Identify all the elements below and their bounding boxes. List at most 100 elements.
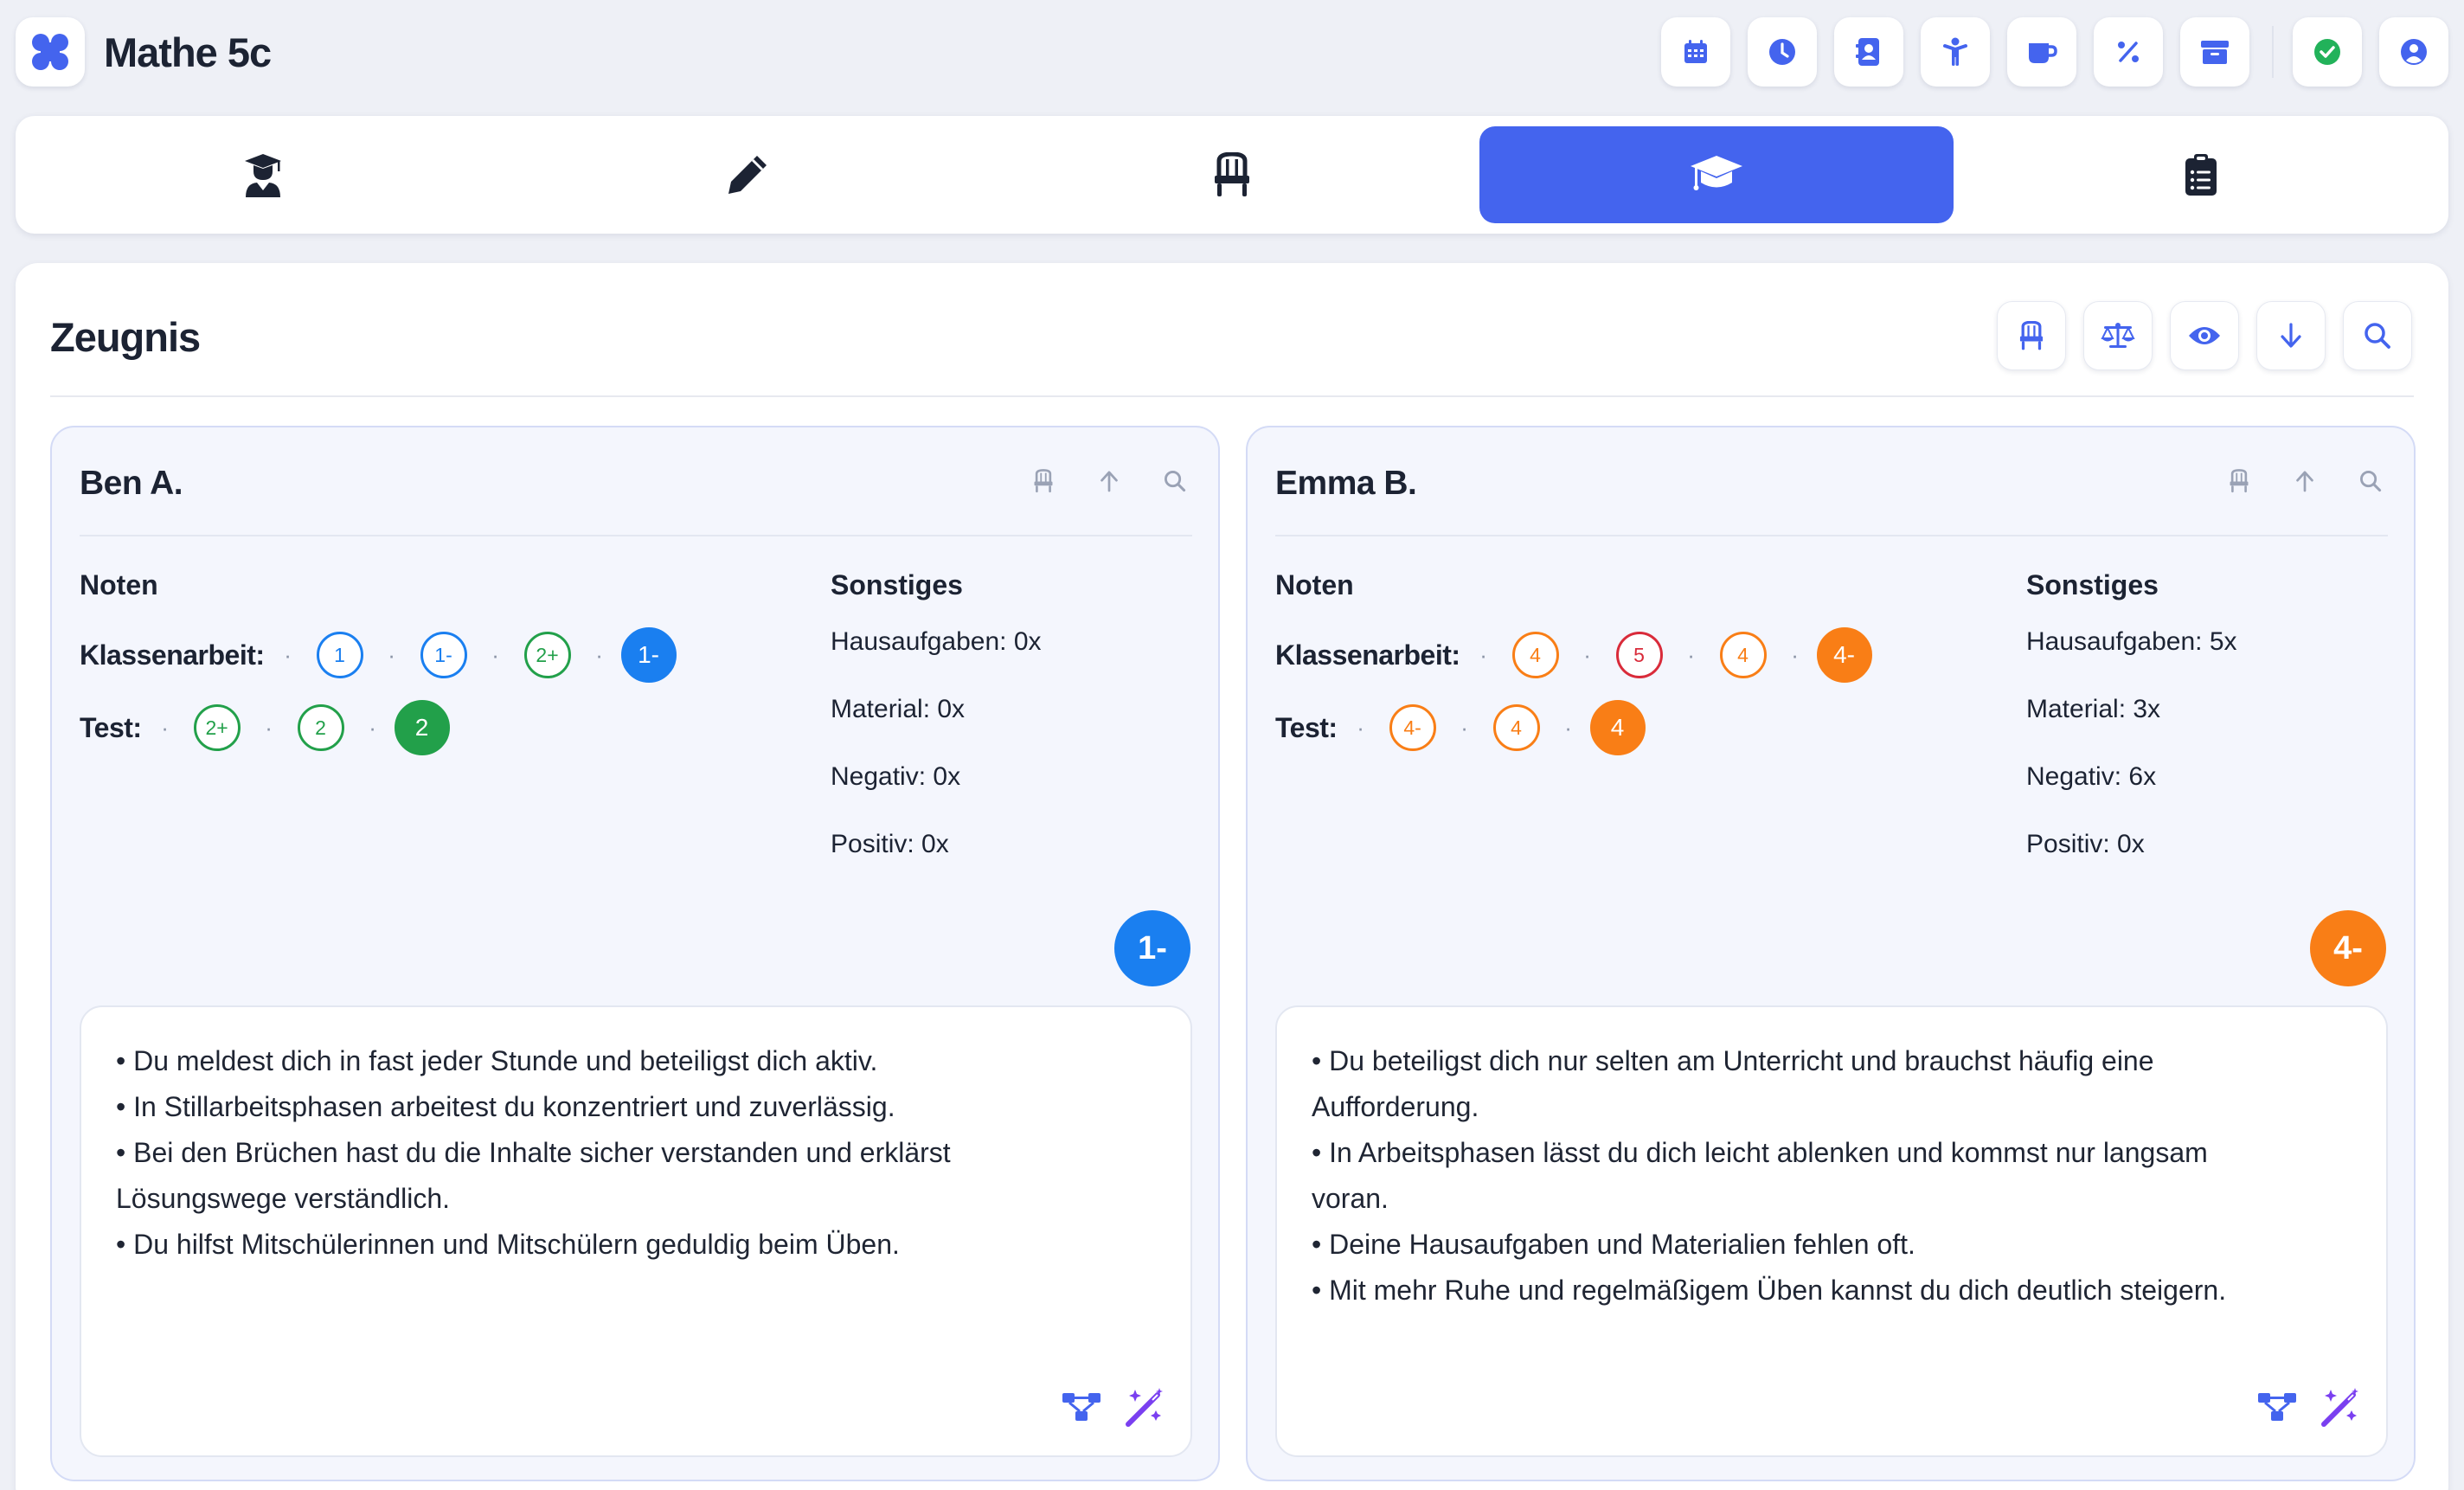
average-grade-badge: 2 bbox=[394, 700, 450, 755]
tab-bar bbox=[16, 116, 2448, 234]
seating-order-button[interactable] bbox=[1997, 301, 2066, 370]
comment-textarea[interactable]: • Du meldest dich in fast jeder Stunde u… bbox=[80, 1005, 1192, 1457]
search-icon bbox=[2365, 323, 2390, 349]
graduation-cap-icon bbox=[1691, 156, 1742, 190]
arrow-up-icon bbox=[1100, 471, 1118, 492]
grades-heading: Noten bbox=[80, 569, 158, 600]
chair-icon bbox=[2230, 469, 2249, 493]
grade-chip[interactable]: 4 bbox=[1511, 632, 1559, 678]
student-name: Ben A. bbox=[80, 465, 183, 502]
material-count: Material: 0x bbox=[831, 695, 966, 723]
chair-icon bbox=[1215, 152, 1249, 196]
grade-chip[interactable]: 1- bbox=[420, 632, 467, 678]
contact-book-icon bbox=[1856, 38, 1879, 66]
sort-button[interactable] bbox=[2256, 301, 2326, 370]
search-button[interactable] bbox=[2343, 301, 2412, 370]
misc-heading: Sonstiges bbox=[2026, 569, 2159, 600]
student-card: Ben A. Noten Sonstiges Klassenarbeit: · … bbox=[50, 426, 1220, 1481]
negative-count: Negativ: 0x bbox=[831, 762, 961, 791]
clipboard-icon bbox=[2185, 154, 2217, 196]
seat-button[interactable] bbox=[1024, 462, 1062, 500]
app-logo[interactable] bbox=[16, 17, 85, 87]
move-up-button[interactable] bbox=[1090, 462, 1128, 500]
top-bar: Mathe 5c bbox=[0, 0, 2464, 106]
comment-text: • Du beteiligst dich nur selten am Unter… bbox=[1312, 1045, 2227, 1306]
toolbar-divider bbox=[2272, 26, 2274, 78]
chair-icon bbox=[1034, 469, 1053, 493]
final-grade-badge[interactable]: 4- bbox=[2310, 910, 2386, 986]
exam-label: Klassenarbeit: bbox=[1275, 639, 1460, 671]
coffee-icon bbox=[2029, 43, 2057, 63]
ai-generate-button[interactable] bbox=[1121, 1384, 1166, 1429]
chair-icon bbox=[2019, 321, 2044, 350]
student-search-button[interactable] bbox=[2352, 462, 2390, 500]
misc-heading: Sonstiges bbox=[831, 569, 963, 600]
grade-chip[interactable]: 2+ bbox=[193, 704, 241, 751]
logo-icon bbox=[32, 34, 68, 70]
report-card-panel: Zeugnis Ben A. Noten Sonstiges Klassenar… bbox=[16, 263, 2448, 1490]
arrow-up-icon bbox=[2296, 471, 2313, 492]
arrow-down-icon bbox=[2281, 323, 2301, 348]
break-button[interactable] bbox=[2007, 17, 2076, 87]
seat-button[interactable] bbox=[2220, 462, 2258, 500]
comment-textarea[interactable]: • Du beteiligst dich nur selten am Unter… bbox=[1275, 1005, 2388, 1457]
tab-report-card[interactable] bbox=[1479, 126, 1954, 223]
profile-button[interactable] bbox=[2379, 17, 2448, 87]
grade-chip[interactable]: 4 bbox=[1719, 632, 1767, 678]
app-title: Mathe 5c bbox=[104, 29, 272, 75]
sitemap-icon bbox=[2258, 1393, 2296, 1421]
positive-count: Positiv: 0x bbox=[2026, 830, 2145, 858]
grade-chip[interactable]: 1 bbox=[316, 632, 363, 678]
final-grade-badge[interactable]: 1- bbox=[1114, 910, 1190, 986]
text-modules-button[interactable] bbox=[2255, 1384, 2300, 1429]
search-icon bbox=[1165, 471, 1186, 492]
average-grade-badge: 4 bbox=[1589, 700, 1646, 755]
archive-button[interactable] bbox=[2180, 17, 2249, 87]
tab-grading[interactable] bbox=[510, 126, 985, 223]
attendance-button[interactable] bbox=[1921, 17, 1990, 87]
ai-generate-button[interactable] bbox=[2317, 1384, 2362, 1429]
card-divider bbox=[80, 535, 1192, 536]
comment-text: • Du meldest dich in fast jeder Stunde u… bbox=[116, 1045, 951, 1260]
tab-tasks[interactable] bbox=[1964, 126, 2438, 223]
tab-seating[interactable] bbox=[995, 126, 1469, 223]
page-title: Zeugnis bbox=[50, 314, 201, 360]
average-grade-badge: 4- bbox=[1816, 627, 1872, 683]
grades-heading: Noten bbox=[1275, 569, 1354, 600]
homework-count: Hausaufgaben: 0x bbox=[831, 627, 1042, 656]
student-icon bbox=[245, 154, 281, 197]
grade-chip[interactable]: 4 bbox=[1492, 704, 1540, 751]
calendar-button[interactable] bbox=[1661, 17, 1730, 87]
material-count: Material: 3x bbox=[2026, 695, 2161, 723]
weighting-button[interactable] bbox=[2083, 301, 2153, 370]
move-up-button[interactable] bbox=[2286, 462, 2324, 500]
pencil-icon bbox=[728, 156, 767, 194]
grade-chip[interactable]: 4- bbox=[1389, 704, 1436, 751]
grade-chip[interactable]: 2+ bbox=[523, 632, 571, 678]
exam-label: Klassenarbeit: bbox=[80, 639, 265, 671]
grade-chip[interactable]: 2 bbox=[297, 704, 344, 751]
person-icon bbox=[1943, 37, 1967, 66]
test-label: Test: bbox=[80, 711, 142, 743]
clock-button[interactable] bbox=[1748, 17, 1817, 87]
magic-wand-icon bbox=[1126, 1388, 1163, 1427]
positive-count: Positiv: 0x bbox=[831, 830, 949, 858]
exam-grades-row: Klassenarbeit: · 4 · 5 · 4 · 4- bbox=[1275, 626, 1883, 684]
student-search-button[interactable] bbox=[1156, 462, 1194, 500]
clock-icon bbox=[1769, 39, 1795, 65]
text-modules-button[interactable] bbox=[1059, 1384, 1104, 1429]
header-divider bbox=[50, 395, 2414, 397]
card-divider bbox=[1275, 535, 2388, 536]
sync-status-button[interactable] bbox=[2293, 17, 2362, 87]
contacts-button[interactable] bbox=[1834, 17, 1903, 87]
test-label: Test: bbox=[1275, 711, 1338, 743]
check-circle-icon bbox=[2314, 39, 2340, 65]
percent-icon bbox=[2118, 42, 2139, 62]
homework-count: Hausaufgaben: 5x bbox=[2026, 627, 2237, 656]
visibility-button[interactable] bbox=[2170, 301, 2239, 370]
tab-students[interactable] bbox=[26, 126, 500, 223]
percent-button[interactable] bbox=[2094, 17, 2163, 87]
grade-chip[interactable]: 5 bbox=[1615, 632, 1663, 678]
test-grades-row: Test: · 2+ · 2 · 2 bbox=[80, 699, 460, 756]
search-icon bbox=[2360, 471, 2382, 492]
